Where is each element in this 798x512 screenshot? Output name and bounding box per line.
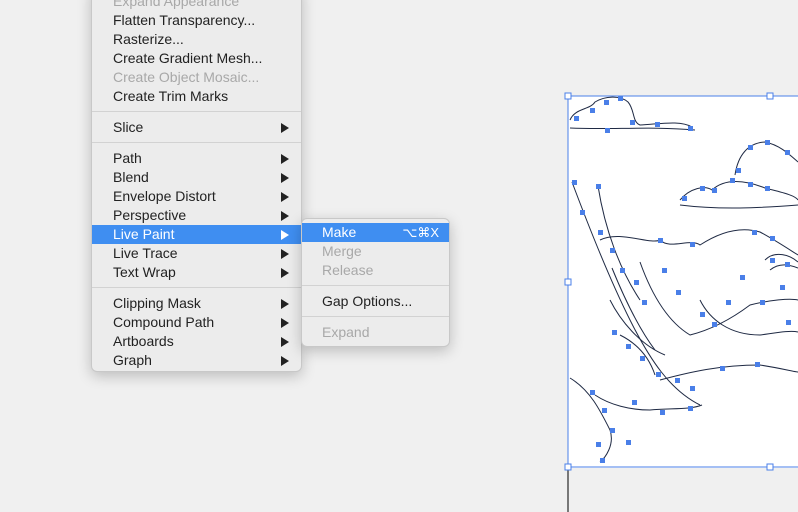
- menu-item-label: Live Trace: [113, 245, 178, 261]
- menu-item-label: Live Paint: [113, 226, 175, 242]
- menu-item-label: Graph: [113, 352, 152, 368]
- menu-item-label: Blend: [113, 169, 149, 185]
- menu-item-clipping-mask[interactable]: Clipping Mask: [92, 294, 301, 313]
- submenu-arrow-icon: [281, 123, 289, 133]
- submenu-arrow-icon: [281, 356, 289, 366]
- menu-separator: [302, 285, 449, 286]
- object-menu: Expand Appearance Flatten Transparency...…: [91, 0, 302, 372]
- menu-item-label: Merge: [322, 243, 362, 259]
- submenu-arrow-icon: [281, 318, 289, 328]
- keyboard-shortcut: ⌥⌘X: [402, 225, 439, 240]
- menu-item-label: Artboards: [113, 333, 174, 349]
- menu-group-slice: Slice: [92, 118, 301, 137]
- menu-item-expand-appearance[interactable]: Expand Appearance: [92, 0, 301, 11]
- submenu-arrow-icon: [281, 211, 289, 221]
- submenu-arrow-icon: [281, 249, 289, 259]
- menu-group-transform: Expand Appearance Flatten Transparency...…: [92, 0, 301, 106]
- menu-item-perspective[interactable]: Perspective: [92, 206, 301, 225]
- menu-item-label: Path: [113, 150, 142, 166]
- menu-item-label: Create Object Mosaic...: [113, 69, 260, 85]
- menu-item-blend[interactable]: Blend: [92, 168, 301, 187]
- live-paint-submenu: Make ⌥⌘X Merge Release Gap Options... Ex…: [301, 218, 450, 347]
- menu-item-label: Expand: [322, 324, 370, 340]
- menu-item-label: Release: [322, 262, 374, 278]
- menu-separator: [92, 287, 301, 288]
- submenu-arrow-icon: [281, 299, 289, 309]
- menu-item-path[interactable]: Path: [92, 149, 301, 168]
- menu-item-envelope-distort[interactable]: Envelope Distort: [92, 187, 301, 206]
- menu-item-create-trim-marks[interactable]: Create Trim Marks: [92, 87, 301, 106]
- submenu-arrow-icon: [281, 337, 289, 347]
- menu-item-expand[interactable]: Expand: [302, 323, 449, 342]
- menu-separator: [302, 316, 449, 317]
- menu-group-paths: Path Blend Envelope Distort Perspective Live…: [92, 149, 301, 282]
- menu-item-create-gradient-mesh[interactable]: Create Gradient Mesh...: [92, 49, 301, 68]
- menu-item-label: Envelope Distort: [113, 188, 216, 204]
- menu-item-label: Make: [322, 224, 357, 240]
- submenu-arrow-icon: [281, 154, 289, 164]
- menu-item-gap-options[interactable]: Gap Options...: [302, 292, 449, 311]
- submenu-arrow-icon: [281, 268, 289, 278]
- menu-item-live-trace[interactable]: Live Trace: [92, 244, 301, 263]
- menu-item-label: Perspective: [113, 207, 187, 223]
- menu-group-masks: Clipping Mask Compound Path Artboards Graph: [92, 294, 301, 370]
- menu-item-label: Flatten Transparency...: [113, 12, 256, 28]
- menu-item-release[interactable]: Release: [302, 261, 449, 280]
- menu-item-label: Clipping Mask: [113, 295, 201, 311]
- submenu-arrow-icon: [281, 192, 289, 202]
- menu-item-label: Expand Appearance: [113, 0, 240, 9]
- menu-item-label: Rasterize...: [113, 31, 184, 47]
- menu-item-rasterize[interactable]: Rasterize...: [92, 30, 301, 49]
- menu-item-slice[interactable]: Slice: [92, 118, 301, 137]
- menu-item-graph[interactable]: Graph: [92, 351, 301, 370]
- menu-item-label: Slice: [113, 119, 144, 135]
- menu-item-flatten-transparency[interactable]: Flatten Transparency...: [92, 11, 301, 30]
- menu-separator: [92, 111, 301, 112]
- menu-separator: [92, 142, 301, 143]
- submenu-arrow-icon: [281, 173, 289, 183]
- menu-item-label: Gap Options...: [322, 293, 413, 309]
- menu-item-label: Create Gradient Mesh...: [113, 50, 263, 66]
- menu-item-create-object-mosaic[interactable]: Create Object Mosaic...: [92, 68, 301, 87]
- menu-item-live-paint[interactable]: Live Paint: [92, 225, 301, 244]
- menu-item-compound-path[interactable]: Compound Path: [92, 313, 301, 332]
- submenu-arrow-icon: [281, 230, 289, 240]
- menu-item-label: Create Trim Marks: [113, 88, 229, 104]
- menu-item-text-wrap[interactable]: Text Wrap: [92, 263, 301, 282]
- menu-item-merge[interactable]: Merge: [302, 242, 449, 261]
- menu-item-artboards[interactable]: Artboards: [92, 332, 301, 351]
- menu-item-label: Text Wrap: [113, 264, 176, 280]
- menu-item-label: Compound Path: [113, 314, 215, 330]
- menu-item-make[interactable]: Make ⌥⌘X: [302, 223, 449, 242]
